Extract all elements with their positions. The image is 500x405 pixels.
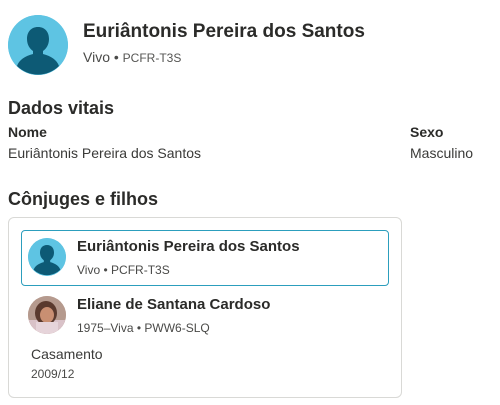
person-name: Euriântonis Pereira dos Santos xyxy=(83,21,365,42)
person-status-line: Vivo • PCFR-T3S xyxy=(77,263,170,277)
person-header: Euriântonis Pereira dos Santos Vivo • PC… xyxy=(8,15,488,77)
name-label: Nome xyxy=(8,124,47,140)
name-value: Euriântonis Pereira dos Santos xyxy=(8,145,201,161)
person-status: Vivo xyxy=(77,263,101,277)
male-silhouette-icon[interactable] xyxy=(8,15,68,75)
family-person-self[interactable]: Euriântonis Pereira dos Santos Vivo • PC… xyxy=(21,230,389,286)
male-silhouette-icon xyxy=(28,238,66,276)
separator-dot: • xyxy=(136,321,142,335)
person-status: 1975–Viva xyxy=(77,321,134,335)
person-id[interactable]: PCFR-T3S xyxy=(123,51,182,65)
person-status-line: 1975–Viva • PWW6-SLQ xyxy=(77,321,210,335)
separator-dot: • xyxy=(113,49,119,65)
separator-dot: • xyxy=(103,263,108,277)
vitals-section-title: Dados vitais xyxy=(8,98,115,118)
marriage-date: 2009/12 xyxy=(31,367,75,381)
person-id: PWW6-SLQ xyxy=(144,321,210,335)
sex-value: Masculino xyxy=(410,145,474,161)
family-section-title: Cônjuges e filhos xyxy=(8,189,159,209)
sex-label: Sexo xyxy=(410,124,444,140)
marriage-label: Casamento xyxy=(31,346,103,362)
family-card: Euriântonis Pereira dos Santos Vivo • PC… xyxy=(8,217,402,398)
photo-avatar xyxy=(28,296,66,334)
person-name: Eliane de Santana Cardoso xyxy=(77,296,271,313)
family-person-spouse[interactable]: Eliane de Santana Cardoso 1975–Viva • PW… xyxy=(21,288,389,344)
person-status: Vivo xyxy=(83,49,110,65)
person-status-line: Vivo • PCFR-T3S xyxy=(83,49,181,65)
person-id: PCFR-T3S xyxy=(111,263,170,277)
person-name: Euriântonis Pereira dos Santos xyxy=(77,238,300,255)
